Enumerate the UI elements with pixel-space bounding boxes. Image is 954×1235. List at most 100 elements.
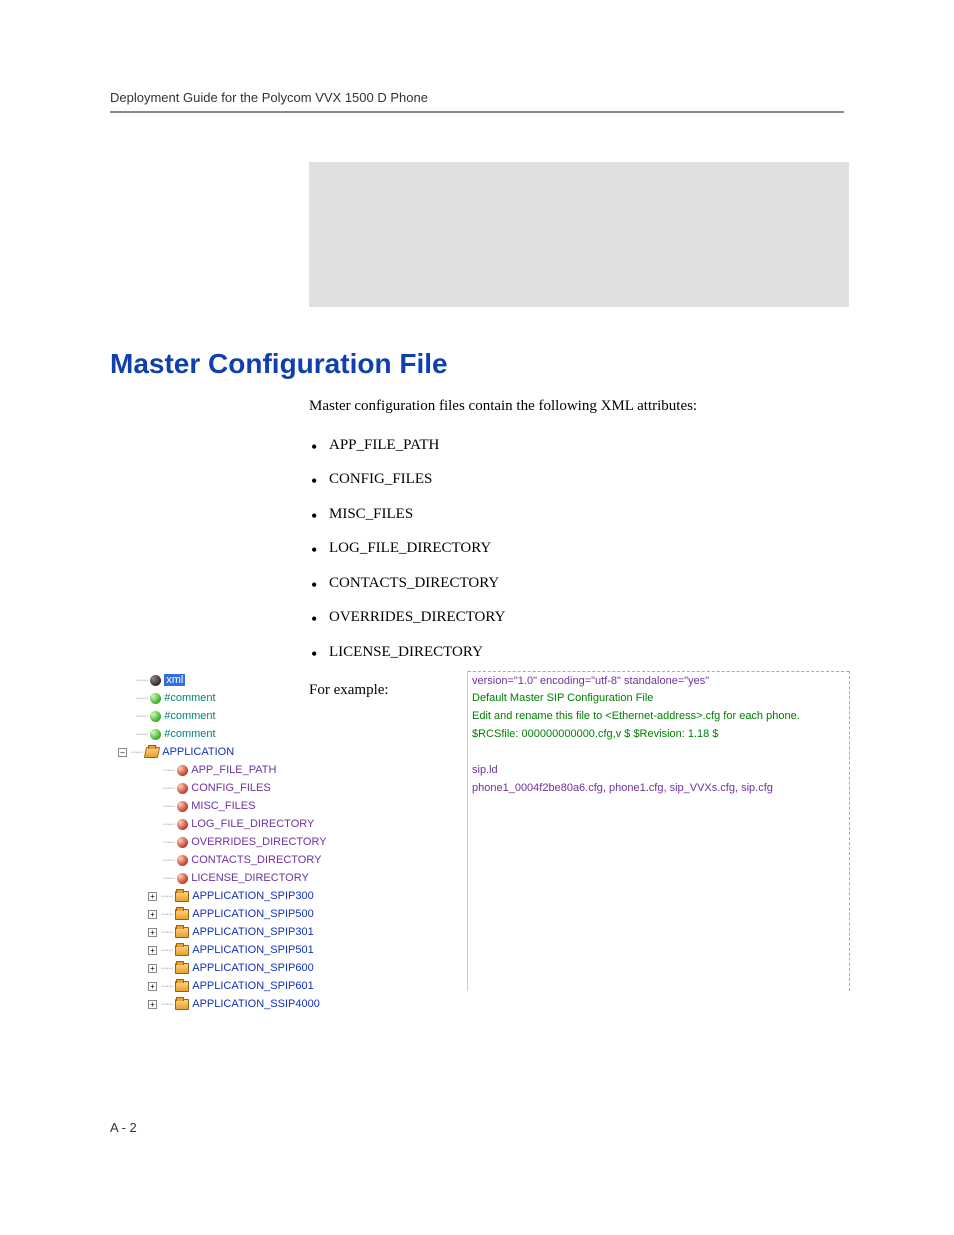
- tree-connector-icon: ┈┈: [163, 782, 174, 795]
- section-heading: Master Configuration File: [110, 348, 448, 380]
- tree-row-comment: ┈┈ #comment: [118, 707, 467, 725]
- page-number: A - 2: [110, 1120, 137, 1135]
- tree-label: CONFIG_FILES: [191, 782, 270, 794]
- tree-row-attr: ┈┈ CONFIG_FILES: [118, 779, 467, 797]
- intro-paragraph: Master configuration files contain the f…: [309, 395, 849, 418]
- tree-row-folder: + ┈┈ APPLICATION_SPIP501: [118, 941, 467, 959]
- attribute-icon: [177, 837, 188, 848]
- expand-icon: +: [148, 892, 157, 901]
- tree-label: #comment: [164, 728, 215, 740]
- tree-row-folder: + ┈┈ APPLICATION_SPIP600: [118, 959, 467, 977]
- attribute-icon: [177, 765, 188, 776]
- folder-closed-icon: [175, 981, 189, 992]
- tree-connector-icon: ┈┈: [136, 710, 147, 723]
- tree-connector-icon: ┈┈: [163, 836, 174, 849]
- comment-icon: [150, 729, 161, 740]
- list-item: OVERRIDES_DIRECTORY: [329, 600, 849, 635]
- running-header: Deployment Guide for the Polycom VVX 150…: [110, 90, 844, 105]
- list-item: LOG_FILE_DIRECTORY: [329, 531, 849, 566]
- xml-tree-pane: ┈┈ xml ┈┈ #comment ┈┈ #comment ┈┈ #comme…: [110, 671, 467, 991]
- expand-icon: +: [148, 1000, 157, 1009]
- tree-connector-icon: ┈┈: [136, 692, 147, 705]
- tree-row-folder: + ┈┈ APPLICATION_SPIP301: [118, 923, 467, 941]
- tree-row-folder: + ┈┈ APPLICATION_SPIP601: [118, 977, 467, 995]
- value-row-xml-decl: version="1.0" encoding="utf-8" standalon…: [468, 671, 849, 689]
- attributes-list: APP_FILE_PATH CONFIG_FILES MISC_FILES LO…: [309, 428, 849, 670]
- tree-label: #comment: [164, 710, 215, 722]
- folder-closed-icon: [175, 927, 189, 938]
- collapse-icon: –: [118, 748, 127, 757]
- attribute-icon: [177, 801, 188, 812]
- tree-connector-icon: ┈┈: [161, 908, 172, 921]
- tree-row-attr: ┈┈ CONTACTS_DIRECTORY: [118, 851, 467, 869]
- tree-label: OVERRIDES_DIRECTORY: [191, 836, 326, 848]
- tree-connector-icon: ┈┈: [161, 998, 172, 1011]
- xml-value-pane: version="1.0" encoding="utf-8" standalon…: [467, 671, 850, 991]
- list-item: MISC_FILES: [329, 497, 849, 532]
- list-item: LICENSE_DIRECTORY: [329, 635, 849, 670]
- tree-label: #comment: [164, 692, 215, 704]
- tree-row-attr: ┈┈ MISC_FILES: [118, 797, 467, 815]
- xml-root-icon: [150, 675, 161, 686]
- tree-row-xml-root: ┈┈ xml: [118, 671, 467, 689]
- folder-closed-icon: [175, 945, 189, 956]
- value-row-empty: [468, 743, 849, 761]
- folder-closed-icon: [175, 963, 189, 974]
- body-content: Master configuration files contain the f…: [309, 395, 849, 712]
- folder-open-icon: [144, 747, 160, 758]
- value-row-app-file-path: sip.ld: [468, 761, 849, 779]
- value-row-comment: Edit and rename this file to <Ethernet-a…: [468, 707, 849, 725]
- tree-label: APPLICATION_SPIP501: [192, 944, 313, 956]
- tree-connector-icon: ┈┈: [163, 818, 174, 831]
- attribute-icon: [177, 855, 188, 866]
- tree-connector-icon: ┈┈: [163, 764, 174, 777]
- tree-label: MISC_FILES: [191, 800, 255, 812]
- tree-connector-icon: ┈┈: [136, 728, 147, 741]
- tree-row-folder: + ┈┈ APPLICATION_SPIP300: [118, 887, 467, 905]
- tree-row-comment: ┈┈ #comment: [118, 725, 467, 743]
- tree-connector-icon: ┈┈: [161, 980, 172, 993]
- tree-label: APPLICATION_SPIP300: [192, 890, 313, 902]
- xml-editor-figure: ┈┈ xml ┈┈ #comment ┈┈ #comment ┈┈ #comme…: [110, 671, 850, 991]
- tree-label: APPLICATION_SPIP301: [192, 926, 313, 938]
- tree-row-application: – ┈┈ APPLICATION: [118, 743, 467, 761]
- list-item: CONTACTS_DIRECTORY: [329, 566, 849, 601]
- tree-row-attr: ┈┈ OVERRIDES_DIRECTORY: [118, 833, 467, 851]
- tree-row-attr: ┈┈ LOG_FILE_DIRECTORY: [118, 815, 467, 833]
- expand-icon: +: [148, 982, 157, 991]
- expand-icon: +: [148, 946, 157, 955]
- tree-label: LOG_FILE_DIRECTORY: [191, 818, 314, 830]
- folder-closed-icon: [175, 999, 189, 1010]
- tree-connector-icon: ┈┈: [163, 872, 174, 885]
- tree-connector-icon: ┈┈: [163, 854, 174, 867]
- tree-label: APPLICATION_SPIP601: [192, 980, 313, 992]
- tree-label: APPLICATION: [162, 746, 234, 758]
- expand-icon: +: [148, 910, 157, 919]
- tree-row-folder: + ┈┈ APPLICATION_SPIP500: [118, 905, 467, 923]
- tree-label: CONTACTS_DIRECTORY: [191, 854, 321, 866]
- expand-icon: +: [148, 928, 157, 937]
- value-row-comment: Default Master SIP Configuration File: [468, 689, 849, 707]
- expand-icon: +: [148, 964, 157, 973]
- tree-row-folder: + ┈┈ APPLICATION_SSIP4000: [118, 995, 467, 1013]
- tree-label: APP_FILE_PATH: [191, 764, 276, 776]
- tree-connector-icon: ┈┈: [131, 746, 142, 759]
- tree-connector-icon: ┈┈: [161, 890, 172, 903]
- tree-connector-icon: ┈┈: [136, 674, 147, 687]
- tree-connector-icon: ┈┈: [161, 926, 172, 939]
- value-row-config-files: phone1_0004f2be80a6.cfg, phone1.cfg, sip…: [468, 779, 849, 797]
- tree-label: APPLICATION_SSIP4000: [192, 998, 320, 1010]
- tree-connector-icon: ┈┈: [163, 800, 174, 813]
- list-item: CONFIG_FILES: [329, 462, 849, 497]
- folder-closed-icon: [175, 891, 189, 902]
- attribute-icon: [177, 783, 188, 794]
- gray-placeholder-box: [309, 162, 849, 307]
- comment-icon: [150, 711, 161, 722]
- tree-connector-icon: ┈┈: [161, 944, 172, 957]
- comment-icon: [150, 693, 161, 704]
- folder-closed-icon: [175, 909, 189, 920]
- tree-label: APPLICATION_SPIP600: [192, 962, 313, 974]
- tree-connector-icon: ┈┈: [161, 962, 172, 975]
- value-row-comment: $RCSfile: 000000000000.cfg,v $ $Revision…: [468, 725, 849, 743]
- tree-row-comment: ┈┈ #comment: [118, 689, 467, 707]
